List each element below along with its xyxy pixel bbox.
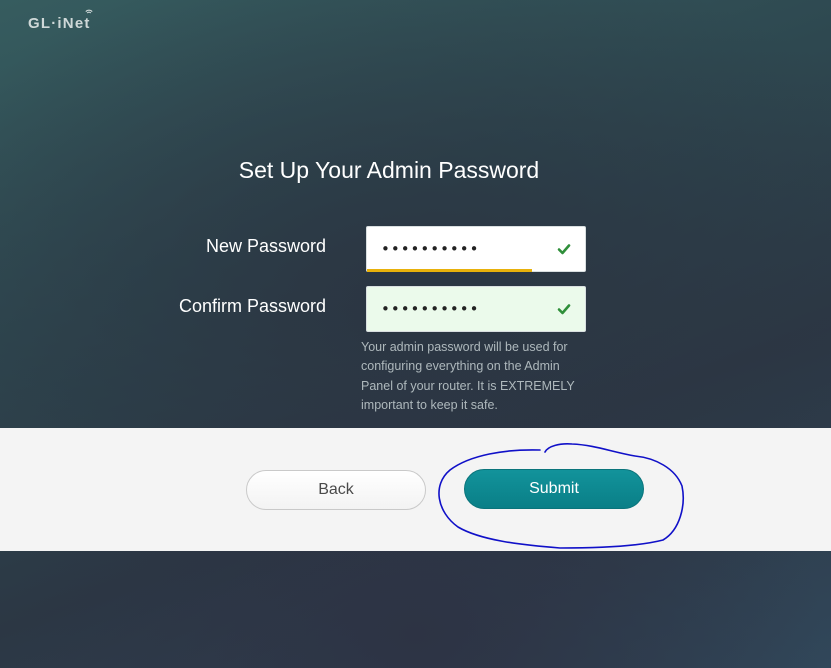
new-password-field[interactable] <box>366 226 586 272</box>
submit-button[interactable]: Submit <box>464 469 644 509</box>
confirm-password-label: Confirm Password <box>178 296 326 316</box>
new-password-label: New Password <box>205 236 326 256</box>
brand-logo: GL·iNet <box>28 9 93 32</box>
back-button[interactable]: Back <box>246 470 426 510</box>
check-icon <box>557 244 571 255</box>
check-icon <box>557 304 571 315</box>
confirm-password-field[interactable] <box>366 286 586 332</box>
brand-logo-text: GL·iNet <box>28 15 91 32</box>
hand-drawn-circle-annotation <box>438 443 684 549</box>
password-strength-bar <box>367 269 532 272</box>
new-password-input[interactable] <box>381 237 551 261</box>
action-bar: Back Submit <box>0 428 831 551</box>
confirm-password-input[interactable] <box>381 297 551 321</box>
wifi-icon <box>85 9 93 14</box>
page-title: Set Up Your Admin Password <box>238 157 540 183</box>
password-hint: Your admin password will be used for con… <box>361 340 575 412</box>
